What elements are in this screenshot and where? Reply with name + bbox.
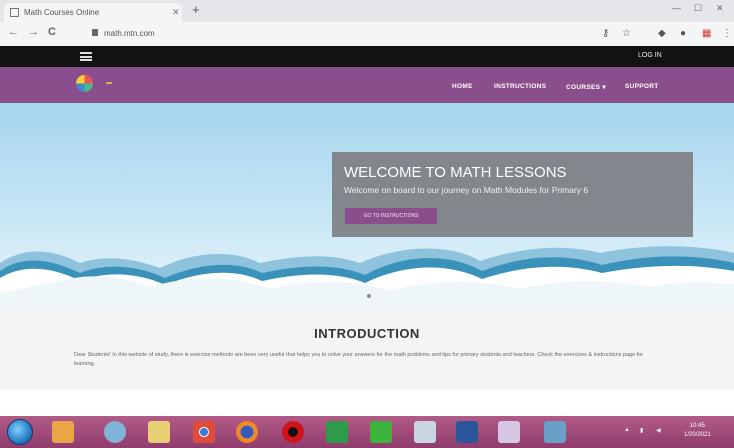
tool-icon[interactable] xyxy=(414,421,436,443)
taskbar-clock[interactable]: 10:45 1/20/2021 xyxy=(684,422,711,440)
folder-icon[interactable] xyxy=(148,421,170,443)
key-icon[interactable]: ⚷ xyxy=(602,28,609,39)
network-icon[interactable]: ▮ xyxy=(640,427,643,434)
paint-icon[interactable] xyxy=(498,421,520,443)
login-link[interactable]: LOG IN xyxy=(638,52,662,59)
opera-icon[interactable] xyxy=(282,421,304,443)
site-logo[interactable] xyxy=(76,75,93,92)
tab-title: Math Courses Online xyxy=(24,8,100,17)
tab-close-icon[interactable]: ✕ xyxy=(172,3,180,22)
menu-icon[interactable]: ⋮ xyxy=(722,28,732,39)
clock-time: 10:45 xyxy=(689,423,705,429)
url-text: math.mtn.com xyxy=(104,29,155,38)
hamburger-menu-icon[interactable] xyxy=(80,52,92,61)
profile-icon[interactable]: ● xyxy=(680,28,686,39)
media-player-icon[interactable] xyxy=(104,421,126,443)
star-icon[interactable]: ☆ xyxy=(622,28,631,39)
go-to-instructions-button[interactable]: GO TO INSTRUCTIONS xyxy=(345,208,437,224)
reload-button[interactable]: C xyxy=(48,26,56,38)
logo-text-mark xyxy=(106,82,112,84)
image-viewer-icon[interactable] xyxy=(544,421,566,443)
hero-subtitle: Welcome on board to our journey on Math … xyxy=(344,185,589,195)
carousel-dot[interactable] xyxy=(367,294,371,298)
nav-home[interactable]: HOME xyxy=(452,83,473,90)
ie-icon[interactable] xyxy=(52,421,74,443)
tray-arrow-icon[interactable]: ▲ xyxy=(624,427,630,433)
volume-icon[interactable]: ◀ xyxy=(656,427,661,434)
nav-instructions[interactable]: INSTRUCTIONS xyxy=(494,83,546,90)
calendar-icon[interactable]: ▦ xyxy=(702,28,711,39)
lock-icon xyxy=(92,29,98,36)
top-bar xyxy=(0,46,734,67)
url-field[interactable]: math.mtn.com xyxy=(88,25,558,42)
camtasia-icon[interactable] xyxy=(370,421,392,443)
extensions-icon[interactable]: ◆ xyxy=(658,28,666,39)
clock-date: 1/20/2021 xyxy=(684,432,711,438)
main-navbar xyxy=(0,67,734,103)
minimize-button[interactable]: — xyxy=(672,3,681,13)
nav-support[interactable]: SUPPORT xyxy=(625,83,659,90)
hero-title: WELCOME TO MATH LESSONS xyxy=(344,164,567,181)
page-footer-space xyxy=(0,390,734,416)
new-tab-button[interactable]: + xyxy=(192,2,200,17)
browser-tab[interactable]: Math Courses Online ✕ xyxy=(4,3,182,22)
introduction-text: Dear Students! In this website of study,… xyxy=(74,352,644,367)
introduction-section: INTRODUCTION Dear Students! In this webs… xyxy=(0,310,734,390)
introduction-title: INTRODUCTION xyxy=(314,326,420,341)
start-button[interactable] xyxy=(7,419,33,445)
excel-icon[interactable] xyxy=(326,421,348,443)
close-window-button[interactable]: ✕ xyxy=(716,3,724,14)
nav-courses-dropdown[interactable]: COURSES ▾ xyxy=(566,83,606,91)
word-icon[interactable] xyxy=(456,421,478,443)
hero-welcome-box: WELCOME TO MATH LESSONS Welcome on board… xyxy=(332,152,693,237)
firefox-icon[interactable] xyxy=(236,421,258,443)
tab-favicon-icon xyxy=(10,8,19,17)
chrome-icon[interactable] xyxy=(193,421,215,443)
back-button[interactable]: ← xyxy=(8,26,19,38)
forward-button[interactable]: → xyxy=(28,26,39,38)
maximize-button[interactable]: ☐ xyxy=(694,3,702,14)
